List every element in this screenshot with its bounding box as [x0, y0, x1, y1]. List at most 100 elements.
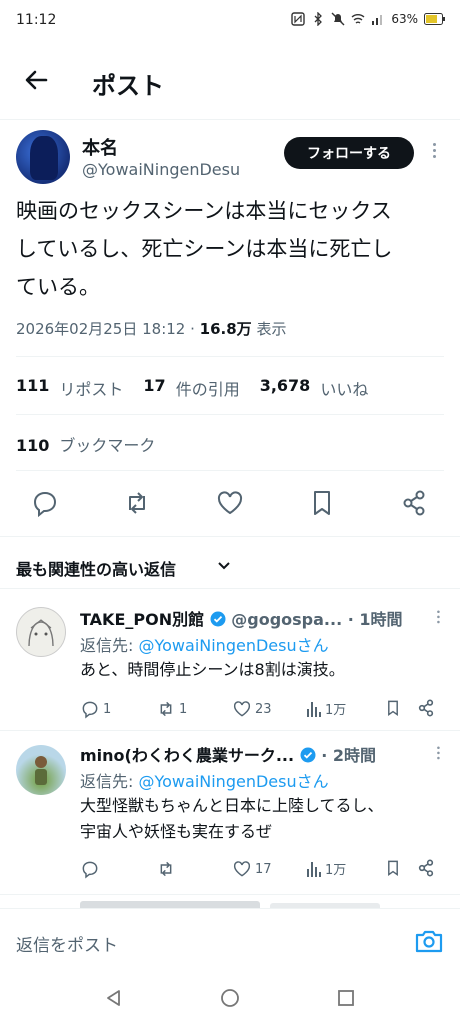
verified-badge-icon	[300, 747, 316, 763]
battery-icon	[424, 13, 445, 25]
reply-icon[interactable]	[80, 859, 100, 879]
divider	[16, 414, 444, 415]
reply-author-name[interactable]: mino(わくわく農業サーク...	[80, 746, 294, 765]
wifi-icon	[351, 14, 365, 24]
reply-text-line: あと、時間停止シーンは8割は演技。	[80, 660, 345, 679]
bookmark-icon[interactable]	[384, 698, 402, 718]
view-count[interactable]: 1万	[306, 699, 346, 718]
like-icon[interactable]	[232, 699, 252, 719]
author-handle[interactable]: @YowaiNingenDesu	[82, 160, 240, 179]
repost-count[interactable]	[156, 859, 176, 879]
more-options-icon[interactable]	[428, 143, 440, 163]
repost-count[interactable]: 1	[156, 699, 187, 719]
share-icon[interactable]	[416, 858, 436, 878]
reply-avatar[interactable]	[16, 607, 66, 657]
reply-to-handle[interactable]: @YowaiNingenDesuさん	[138, 636, 328, 655]
share-icon[interactable]	[416, 698, 436, 718]
reply-to-line: 返信先: @YowaiNingenDesuさん	[80, 768, 329, 792]
reply-avatar[interactable]	[16, 745, 66, 795]
back-arrow-icon[interactable]	[20, 64, 52, 96]
reply-to-prefix: 返信先:	[80, 636, 139, 655]
mute-icon	[331, 12, 345, 26]
sort-label[interactable]: 最も関連性の高い返信	[16, 556, 176, 580]
verified-badge-icon	[210, 611, 226, 627]
reply-time: · 2時間	[321, 746, 377, 765]
reply-author-name[interactable]: TAKE_PON別館	[80, 610, 204, 629]
divider	[16, 356, 444, 357]
like-count-value: 17	[255, 861, 272, 877]
bookmarks-label: ブックマーク	[59, 436, 156, 455]
view-count-value: 1万	[325, 863, 347, 878]
repost-icon[interactable]	[122, 488, 152, 518]
like-count[interactable]: 17	[232, 859, 272, 879]
repost-icon[interactable]	[156, 699, 176, 719]
nfc-icon	[291, 12, 306, 26]
reply-text: 大型怪獣もちゃんと日本に上陸してるし、 宇宙人や妖怪も実在するぜ	[80, 793, 444, 845]
page-title: ポスト	[92, 72, 164, 100]
reply-text: あと、時間停止シーンは8割は演技。	[80, 657, 444, 683]
reply-to-line: 返信先: @YowaiNingenDesuさん	[80, 632, 329, 656]
views-bar-icon[interactable]	[306, 700, 322, 718]
reply-count-value: 1	[103, 701, 112, 717]
post-meta: 2026年02月25日 18:12 · 16.8万 表示	[16, 318, 286, 339]
system-nav-bar	[0, 972, 460, 1024]
status-icons: 63%	[291, 12, 446, 26]
reply-text-line: 大型怪獣もちゃんと日本に上陸してるし、	[80, 796, 384, 815]
status-time: 11:12	[16, 12, 57, 28]
next-reply-peek	[0, 894, 460, 908]
bookmark-icon[interactable]	[307, 488, 337, 518]
camera-icon[interactable]	[414, 927, 444, 955]
author-name[interactable]: 本名	[82, 134, 118, 160]
reply-author-handle[interactable]: @gogospa...	[231, 610, 342, 629]
nav-back-icon[interactable]	[104, 988, 124, 1008]
post-action-bar	[0, 482, 460, 524]
reply-composer[interactable]: 返信をポスト	[0, 908, 460, 972]
repost-icon[interactable]	[156, 859, 176, 879]
like-icon[interactable]	[215, 488, 245, 518]
reposts-count[interactable]: 111	[16, 376, 49, 400]
reply-more-icon[interactable]	[433, 746, 443, 764]
post-text-line: 映画のセックスシーンは本当にセックス	[16, 199, 392, 223]
like-icon[interactable]	[232, 859, 252, 879]
share-icon[interactable]	[399, 488, 429, 518]
person-figure-icon	[35, 756, 47, 785]
battery-percent: 63%	[391, 12, 418, 26]
quotes-count[interactable]: 17	[143, 376, 165, 400]
bookmarks-count: 110	[16, 436, 50, 455]
views-bar-icon[interactable]	[306, 860, 322, 878]
chevron-down-icon[interactable]	[216, 557, 232, 573]
post-text-line: しているし、死亡シーンは本当に死亡し	[16, 237, 393, 261]
quotes-label[interactable]: 件の引用	[176, 376, 240, 400]
view-count-value: 1万	[325, 703, 347, 718]
likes-count[interactable]: 3,678	[260, 376, 311, 400]
like-count[interactable]: 23	[232, 699, 272, 719]
reply-header: TAKE_PON別館 @gogospa... · 1時間	[80, 606, 403, 630]
reply-icon[interactable]	[30, 488, 60, 518]
views-count[interactable]: 16.8万	[200, 320, 252, 338]
reply-more-icon[interactable]	[433, 610, 443, 628]
divider	[16, 470, 444, 471]
reply-item[interactable]: TAKE_PON別館 @gogospa... · 1時間 返信先: @Yowai…	[0, 588, 460, 730]
truncated-name-placeholder	[80, 901, 260, 908]
post-date: 2026年02月25日 18:12 ·	[16, 320, 200, 338]
reply-sort-selector[interactable]: 最も関連性の高い返信	[0, 536, 460, 588]
bookmark-icon[interactable]	[384, 858, 402, 878]
views-label: 表示	[251, 320, 287, 338]
nav-home-icon[interactable]	[220, 988, 240, 1008]
reply-text-line: 宇宙人や妖怪も実在するぜ	[80, 822, 273, 841]
repost-count-value: 1	[179, 701, 188, 717]
follow-button[interactable]: フォローする	[284, 137, 414, 169]
reply-to-handle[interactable]: @YowaiNingenDesuさん	[138, 772, 328, 791]
likes-label[interactable]: いいね	[320, 376, 368, 400]
reply-input[interactable]: 返信をポスト	[16, 931, 118, 956]
reposts-label[interactable]: リポスト	[59, 376, 123, 400]
author-avatar[interactable]	[16, 130, 70, 184]
reply-count[interactable]	[80, 859, 100, 879]
view-count[interactable]: 1万	[306, 859, 346, 878]
top-header: ポスト	[0, 42, 460, 120]
reply-count[interactable]: 1	[80, 699, 111, 719]
reply-item[interactable]: mino(わくわく農業サーク... · 2時間 返信先: @YowaiNinge…	[0, 730, 460, 894]
bluetooth-icon	[314, 12, 323, 26]
nav-recents-icon[interactable]	[336, 988, 356, 1008]
reply-icon[interactable]	[80, 699, 100, 719]
